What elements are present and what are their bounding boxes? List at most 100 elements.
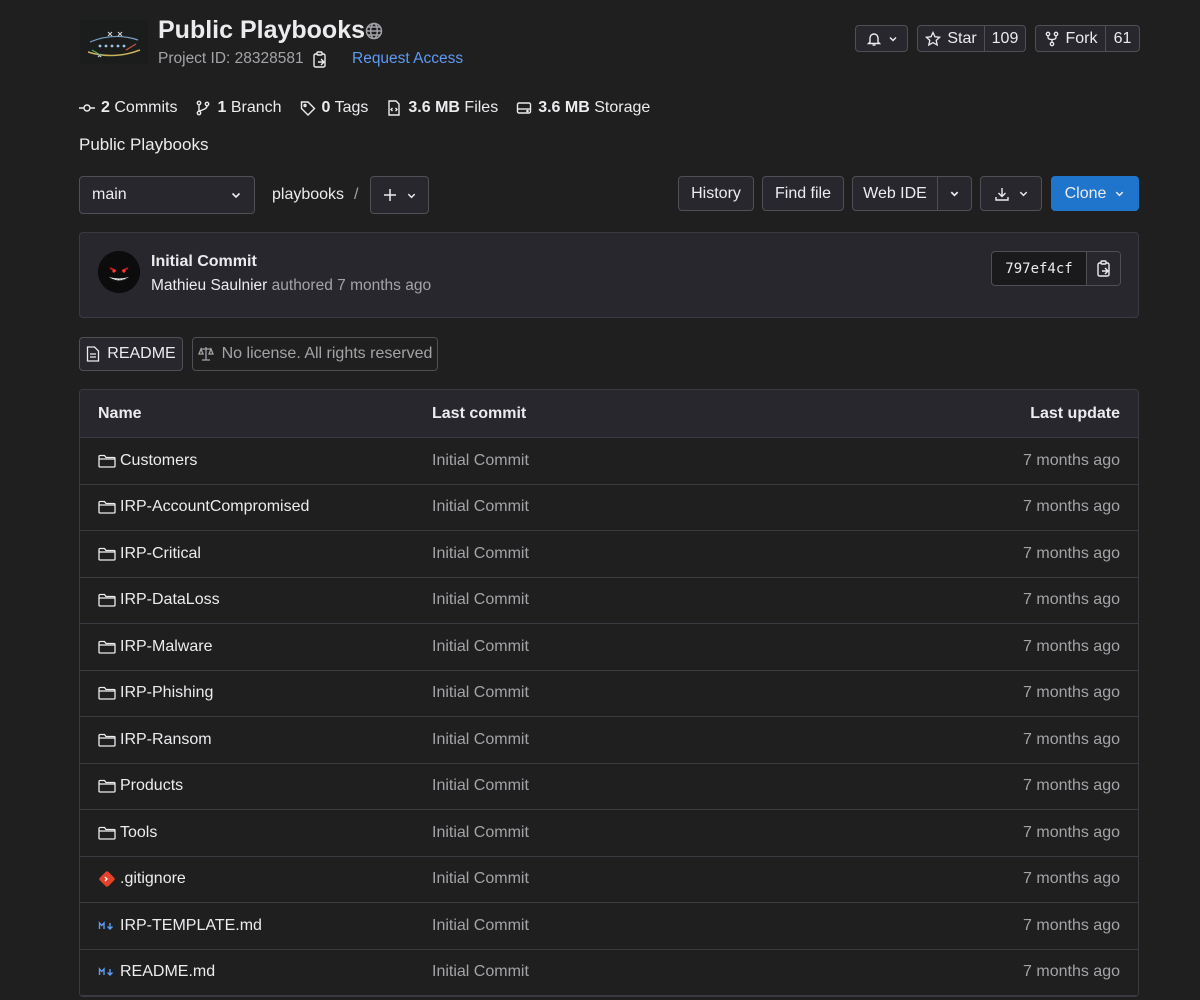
- file-name-link[interactable]: .gitignore: [120, 870, 186, 888]
- row-commit-cell: Initial Commit: [432, 963, 938, 981]
- breadcrumb-playbooks[interactable]: playbooks: [272, 186, 344, 204]
- breadcrumb: playbooks /: [272, 186, 359, 204]
- files-stat[interactable]: 3.6 MB Files: [386, 99, 498, 117]
- project-title: Public Playbooks: [158, 16, 366, 44]
- star-count[interactable]: 109: [984, 26, 1025, 51]
- bell-icon: [866, 31, 882, 47]
- header-last-update: Last update: [1030, 404, 1120, 422]
- download-dropdown[interactable]: [980, 176, 1042, 211]
- author-avatar[interactable]: [98, 251, 140, 293]
- tag-icon: [300, 100, 316, 116]
- add-to-tree-dropdown[interactable]: [370, 176, 429, 214]
- globe-icon: [365, 22, 383, 40]
- notifications-dropdown[interactable]: [855, 25, 908, 52]
- row-name-cell: IRP-DataLoss: [80, 591, 432, 609]
- readme-badge[interactable]: README: [79, 337, 183, 371]
- table-row[interactable]: .gitignore Initial Commit 7 months ago: [80, 856, 1138, 903]
- folder-icon: [98, 592, 116, 608]
- commit-message-link[interactable]: Initial Commit: [432, 731, 529, 748]
- commit-message-link[interactable]: Initial Commit: [432, 545, 529, 562]
- row-name-cell: IRP-AccountCompromised: [80, 498, 432, 516]
- fork-button[interactable]: Fork: [1036, 26, 1105, 51]
- table-row[interactable]: IRP-Phishing Initial Commit 7 months ago: [80, 670, 1138, 717]
- find-file-button[interactable]: Find file: [762, 176, 844, 211]
- file-name-link[interactable]: IRP-DataLoss: [120, 591, 220, 609]
- row-commit-cell: Initial Commit: [432, 824, 938, 842]
- document-icon: [86, 346, 100, 362]
- table-row[interactable]: Tools Initial Commit 7 months ago: [80, 810, 1138, 857]
- table-row[interactable]: IRP-Critical Initial Commit 7 months ago: [80, 531, 1138, 578]
- table-row[interactable]: Products Initial Commit 7 months ago: [80, 763, 1138, 810]
- table-row[interactable]: IRP-AccountCompromised Initial Commit 7 mo…: [80, 484, 1138, 531]
- file-name-link[interactable]: IRP-Malware: [120, 638, 212, 656]
- file-name-link[interactable]: README.md: [120, 963, 215, 981]
- row-commit-cell: Initial Commit: [432, 777, 938, 795]
- tags-stat[interactable]: 0 Tags: [300, 99, 368, 117]
- row-commit-cell: Initial Commit: [432, 452, 938, 470]
- row-name-cell: IRP-Ransom: [80, 731, 432, 749]
- file-name-link[interactable]: IRP-Phishing: [120, 684, 213, 702]
- row-commit-cell: Initial Commit: [432, 638, 938, 656]
- folder-icon: [98, 732, 116, 748]
- commit-author[interactable]: Mathieu Saulnier: [151, 277, 267, 294]
- history-button[interactable]: History: [678, 176, 754, 211]
- row-name-cell: IRP-TEMPLATE.md: [80, 917, 432, 935]
- folder-icon: [98, 453, 116, 469]
- table-row[interactable]: Customers Initial Commit 7 months ago: [80, 438, 1138, 485]
- row-commit-cell: Initial Commit: [432, 545, 938, 563]
- table-row[interactable]: IRP-TEMPLATE.md Initial Commit 7 months ag…: [80, 903, 1138, 950]
- commits-stat[interactable]: 2 Commits: [79, 99, 177, 117]
- row-commit-cell: Initial Commit: [432, 870, 938, 888]
- git-icon: [98, 871, 116, 887]
- download-icon: [994, 186, 1010, 202]
- license-badge[interactable]: No license. All rights reserved: [192, 337, 438, 371]
- star-button[interactable]: Star: [918, 26, 984, 51]
- scale-icon: [197, 346, 214, 362]
- table-row[interactable]: README.md Initial Commit 7 months ago: [80, 949, 1138, 996]
- file-name-link[interactable]: IRP-Critical: [120, 545, 201, 563]
- row-name-cell: .gitignore: [80, 870, 432, 888]
- commit-sha[interactable]: 797ef4cf: [992, 252, 1086, 285]
- copy-project-id-icon[interactable]: [312, 51, 328, 69]
- row-name-cell: IRP-Critical: [80, 545, 432, 563]
- fork-count[interactable]: 61: [1105, 26, 1139, 51]
- file-name-link[interactable]: Customers: [120, 452, 197, 470]
- web-ide-dropdown[interactable]: [937, 177, 971, 210]
- commit-message-link[interactable]: Initial Commit: [432, 498, 529, 515]
- web-ide-button-group: Web IDE: [852, 176, 972, 211]
- folder-icon: [98, 685, 116, 701]
- copy-sha-button[interactable]: [1086, 252, 1120, 285]
- file-name-link[interactable]: Products: [120, 777, 183, 795]
- file-code-icon: [386, 100, 402, 116]
- commit-message-link[interactable]: Initial Commit: [432, 591, 529, 608]
- folder-icon: [98, 546, 116, 562]
- web-ide-button[interactable]: Web IDE: [853, 177, 937, 210]
- file-name-link[interactable]: IRP-TEMPLATE.md: [120, 917, 262, 935]
- table-row[interactable]: IRP-Malware Initial Commit 7 months ago: [80, 624, 1138, 671]
- branch-selector[interactable]: main: [79, 176, 255, 214]
- commit-title[interactable]: Initial Commit: [151, 253, 257, 271]
- commit-message-link[interactable]: Initial Commit: [432, 777, 529, 794]
- row-updated-cell: 7 months ago: [1023, 916, 1120, 934]
- branch-stat[interactable]: 1 Branch: [195, 99, 282, 117]
- file-name-link[interactable]: Tools: [120, 824, 157, 842]
- chevron-down-icon: [230, 189, 242, 201]
- copy-icon: [1096, 259, 1112, 278]
- row-updated-cell: 7 months ago: [1023, 451, 1120, 469]
- commit-message-link[interactable]: Initial Commit: [432, 638, 529, 655]
- chevron-down-icon: [406, 190, 417, 201]
- row-commit-cell: Initial Commit: [432, 591, 938, 609]
- commit-message-link[interactable]: Initial Commit: [432, 917, 529, 934]
- commit-message-link[interactable]: Initial Commit: [432, 684, 529, 701]
- file-name-link[interactable]: IRP-Ransom: [120, 731, 212, 749]
- request-access-link[interactable]: Request Access: [352, 50, 463, 68]
- commit-message-link[interactable]: Initial Commit: [432, 963, 529, 980]
- table-row[interactable]: IRP-Ransom Initial Commit 7 months ago: [80, 717, 1138, 764]
- clone-dropdown[interactable]: Clone: [1051, 176, 1139, 211]
- table-row[interactable]: IRP-DataLoss Initial Commit 7 months ago: [80, 577, 1138, 624]
- commit-message-link[interactable]: Initial Commit: [432, 824, 529, 841]
- file-name-link[interactable]: IRP-AccountCompromised: [120, 498, 309, 516]
- commit-message-link[interactable]: Initial Commit: [432, 452, 529, 469]
- commit-message-link[interactable]: Initial Commit: [432, 870, 529, 887]
- storage-stat[interactable]: 3.6 MB Storage: [516, 99, 650, 117]
